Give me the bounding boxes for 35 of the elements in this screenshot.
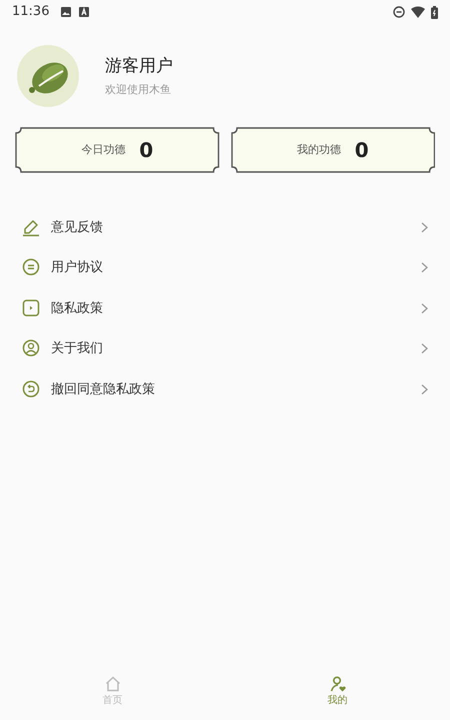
equals-circle-icon [22,258,40,278]
menu-item[interactable]: 隐私政策 [0,288,450,328]
do-not-disturb-icon [393,6,405,18]
stat-value: 0 [139,137,154,164]
user-circle-icon [22,339,40,358]
menu-label: 撤回同意隐私政策 [51,380,156,398]
play-square-icon [22,298,40,318]
menu-item[interactable]: 撤回同意隐私政策 [0,369,450,410]
home-icon [104,676,120,692]
chevron-right-icon [421,262,428,274]
nav-tab[interactable]: 我的 [328,676,348,708]
user-name: 游客用户 [105,55,173,78]
stat-label: 我的功德 [296,142,341,158]
menu-item[interactable]: 关于我们 [0,328,450,369]
status-time: 11:36 [12,3,50,22]
battery-icon [431,6,438,18]
chevron-right-icon [421,222,428,233]
menu-item[interactable]: 意见反馈 [0,207,450,248]
welcome-text: 欢迎使用木鱼 [105,82,172,98]
menu-label: 意见反馈 [51,218,104,236]
image-icon [61,7,72,17]
undo-circle-icon [22,380,40,399]
stat-value: 0 [354,137,369,164]
pencil-icon [22,218,40,237]
wifi-icon [411,6,425,18]
menu-item[interactable]: 用户协议 [0,248,450,288]
chevron-right-icon [421,384,428,395]
menu-label: 用户协议 [51,259,104,277]
menu-label: 关于我们 [51,340,104,358]
menu-label: 隐私政策 [51,300,104,318]
a-icon [79,7,90,17]
user-heart-icon [330,676,346,692]
chevron-right-icon [421,343,428,354]
chevron-right-icon [421,302,428,314]
stat-label: 今日功德 [81,142,126,158]
